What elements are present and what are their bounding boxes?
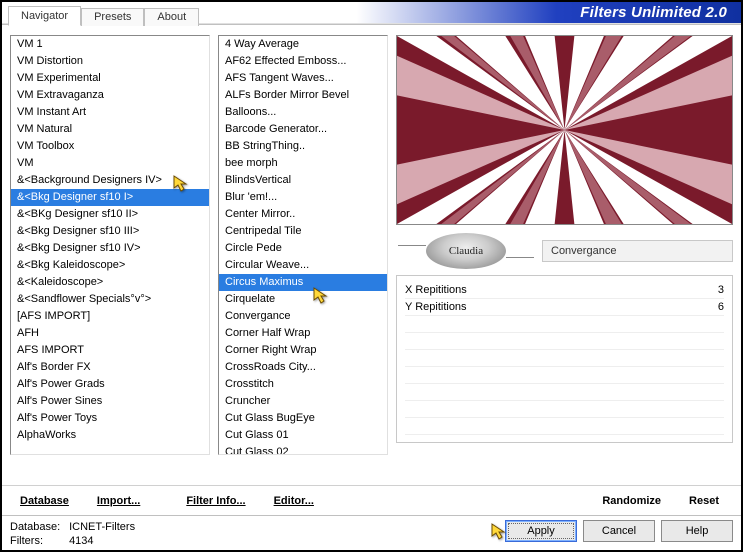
category-item[interactable]: &<Background Designers IV> bbox=[11, 172, 209, 189]
cancel-button[interactable]: Cancel bbox=[583, 520, 655, 542]
category-item[interactable]: &<Bkg Designer sf10 I> bbox=[11, 189, 209, 206]
filter-item[interactable]: Circular Weave... bbox=[219, 257, 387, 274]
main-area: VM 1VM DistortionVM ExperimentalVM Extra… bbox=[2, 24, 741, 485]
status-db-value: ICNET-Filters bbox=[69, 521, 135, 533]
filter-item[interactable]: 4 Way Average bbox=[219, 36, 387, 53]
tab-about[interactable]: About bbox=[144, 8, 199, 26]
filter-item[interactable]: Circus Maximus bbox=[219, 274, 387, 291]
database-button[interactable]: Database bbox=[10, 491, 79, 511]
filter-item[interactable]: Convergance bbox=[219, 308, 387, 325]
category-item[interactable]: &<Kaleidoscope> bbox=[11, 274, 209, 291]
category-item[interactable]: AFH bbox=[11, 325, 209, 342]
status-db-label: Database: bbox=[10, 520, 66, 534]
tab-strip: Navigator Presets About bbox=[8, 6, 199, 26]
filter-item[interactable]: Corner Right Wrap bbox=[219, 342, 387, 359]
filter-item[interactable]: Cruncher bbox=[219, 393, 387, 410]
filter-item[interactable]: Cut Glass 01 bbox=[219, 427, 387, 444]
category-item[interactable]: VM Extravaganza bbox=[11, 87, 209, 104]
category-item[interactable]: [AFS IMPORT] bbox=[11, 308, 209, 325]
category-item[interactable]: VM Toolbox bbox=[11, 138, 209, 155]
category-item[interactable]: VM Natural bbox=[11, 121, 209, 138]
filter-item[interactable]: Circle Pede bbox=[219, 240, 387, 257]
filter-item[interactable]: AF62 Effected Emboss... bbox=[219, 53, 387, 70]
category-item[interactable]: Alf's Power Toys bbox=[11, 410, 209, 427]
category-item[interactable]: &<Sandflower Specials°v°> bbox=[11, 291, 209, 308]
bottom-toolbar: Database Import... Filter Info... Editor… bbox=[2, 485, 741, 515]
app-title: Filters Unlimited 2.0 bbox=[580, 4, 727, 21]
category-item[interactable]: VM bbox=[11, 155, 209, 172]
category-item[interactable]: AFS IMPORT bbox=[11, 342, 209, 359]
filter-item[interactable]: CrossRoads City... bbox=[219, 359, 387, 376]
import-button[interactable]: Import... bbox=[87, 491, 150, 511]
category-item[interactable]: &<Bkg Kaleidoscope> bbox=[11, 257, 209, 274]
filter-item[interactable]: Centripedal Tile bbox=[219, 223, 387, 240]
apply-button[interactable]: Apply bbox=[505, 520, 577, 542]
category-item[interactable]: &<Bkg Designer sf10 IV> bbox=[11, 240, 209, 257]
filter-item[interactable]: Blur 'em!... bbox=[219, 189, 387, 206]
category-item[interactable]: &<BKg Designer sf10 II> bbox=[11, 206, 209, 223]
title-band: Navigator Presets About Filters Unlimite… bbox=[2, 2, 741, 24]
tab-presets[interactable]: Presets bbox=[81, 8, 144, 26]
category-item[interactable]: Alf's Power Grads bbox=[11, 376, 209, 393]
category-item[interactable]: VM Instant Art bbox=[11, 104, 209, 121]
param-row[interactable]: Y Repititions 6 bbox=[405, 299, 724, 316]
category-listbox[interactable]: VM 1VM DistortionVM ExperimentalVM Extra… bbox=[10, 35, 210, 455]
filter-item[interactable]: Center Mirror.. bbox=[219, 206, 387, 223]
parameters-panel: X Repititions 3 Y Repititions 6 bbox=[396, 275, 733, 443]
category-item[interactable]: Alf's Power Sines bbox=[11, 393, 209, 410]
selected-filter-name: Convergance bbox=[542, 240, 733, 262]
logo-disc: Claudia bbox=[426, 233, 506, 269]
filter-item[interactable]: Corner Half Wrap bbox=[219, 325, 387, 342]
filter-item[interactable]: Barcode Generator... bbox=[219, 121, 387, 138]
filter-item[interactable]: Crosstitch bbox=[219, 376, 387, 393]
preview-image bbox=[397, 36, 732, 224]
tab-navigator[interactable]: Navigator bbox=[8, 6, 81, 26]
filter-info-button[interactable]: Filter Info... bbox=[176, 491, 255, 511]
param-row[interactable]: X Repititions 3 bbox=[405, 282, 724, 299]
preview-panel bbox=[396, 35, 733, 225]
status-filters-value: 4134 bbox=[69, 535, 93, 547]
logo-area: Claudia bbox=[396, 233, 536, 269]
param-empty-rows bbox=[405, 316, 724, 435]
filter-item[interactable]: Cirquelate bbox=[219, 291, 387, 308]
filter-item[interactable]: BB StringThing.. bbox=[219, 138, 387, 155]
category-item[interactable]: VM Experimental bbox=[11, 70, 209, 87]
param-value: 6 bbox=[718, 301, 724, 313]
param-label: X Repititions bbox=[405, 284, 467, 296]
category-item[interactable]: VM Distortion bbox=[11, 53, 209, 70]
randomize-button[interactable]: Randomize bbox=[588, 491, 675, 511]
status-filters-label: Filters: bbox=[10, 534, 66, 548]
help-button[interactable]: Help bbox=[661, 520, 733, 542]
filter-item[interactable]: Cut Glass 02 bbox=[219, 444, 387, 455]
param-value: 3 bbox=[718, 284, 724, 296]
filter-item[interactable]: bee morph bbox=[219, 155, 387, 172]
filter-item[interactable]: BlindsVertical bbox=[219, 172, 387, 189]
category-item[interactable]: VM 1 bbox=[11, 36, 209, 53]
editor-button[interactable]: Editor... bbox=[264, 491, 324, 511]
filter-item[interactable]: ALFs Border Mirror Bevel bbox=[219, 87, 387, 104]
reset-button[interactable]: Reset bbox=[675, 491, 733, 511]
category-item[interactable]: AlphaWorks bbox=[11, 427, 209, 444]
category-item[interactable]: &<Bkg Designer sf10 III> bbox=[11, 223, 209, 240]
status-bar: Database: ICNET-Filters Filters: 4134 Ap… bbox=[2, 515, 741, 550]
category-item[interactable]: Alf's Border FX bbox=[11, 359, 209, 376]
filter-item[interactable]: AFS Tangent Waves... bbox=[219, 70, 387, 87]
filter-item[interactable]: Cut Glass BugEye bbox=[219, 410, 387, 427]
param-label: Y Repititions bbox=[405, 301, 467, 313]
filter-item[interactable]: Balloons... bbox=[219, 104, 387, 121]
filter-listbox[interactable]: 4 Way AverageAF62 Effected Emboss...AFS … bbox=[218, 35, 388, 455]
